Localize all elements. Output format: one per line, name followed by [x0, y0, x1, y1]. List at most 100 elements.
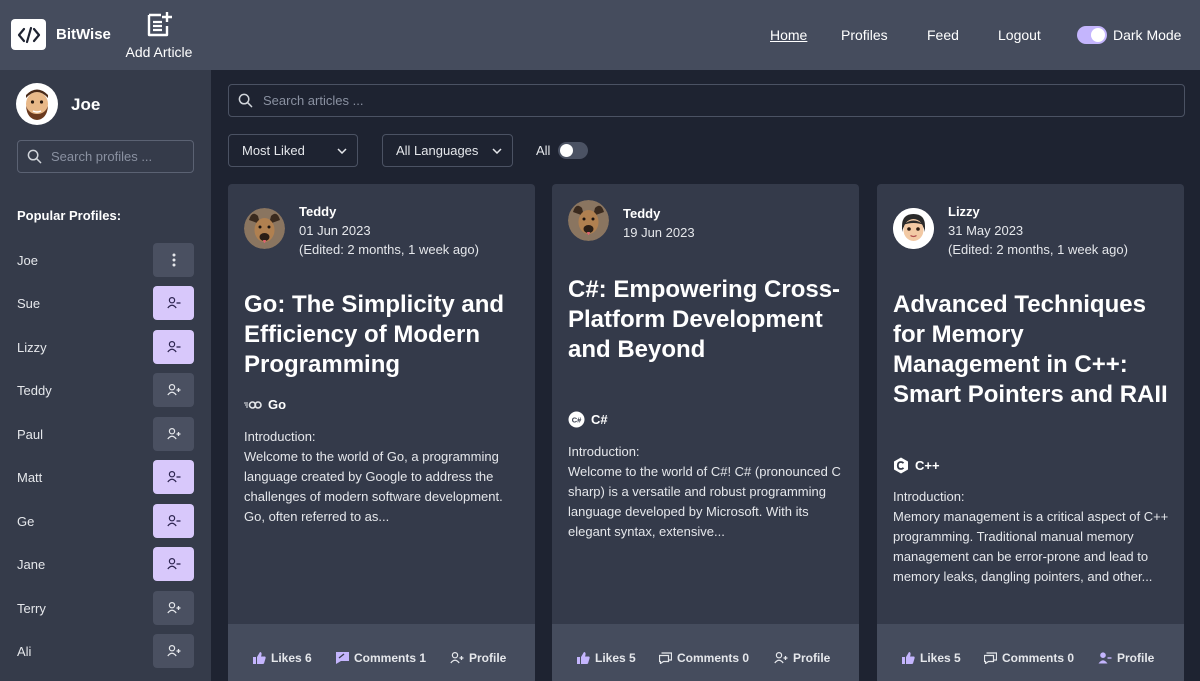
- follow-button[interactable]: [153, 417, 194, 451]
- like-button[interactable]: Likes 6: [253, 651, 312, 665]
- nav-logout-link[interactable]: Logout: [998, 27, 1041, 43]
- profile-name[interactable]: Paul: [17, 427, 43, 442]
- add-article-button[interactable]: Add Article: [123, 10, 195, 60]
- profile-search-box[interactable]: [17, 140, 194, 173]
- profile-row: Joe: [17, 243, 194, 277]
- dark-mode-toggle[interactable]: [1077, 26, 1107, 44]
- likes-count: Likes 6: [271, 651, 312, 665]
- likes-count: Likes 5: [920, 651, 961, 665]
- nav-home-link[interactable]: Home: [770, 27, 807, 43]
- comments-button[interactable]: Comments 0: [659, 651, 749, 665]
- profile-name[interactable]: Lizzy: [17, 340, 47, 355]
- follow-icon: [450, 652, 464, 664]
- article-card[interactable]: Teddy 01 Jun 2023 (Edited: 2 months, 1 w…: [228, 184, 535, 681]
- follow-button[interactable]: [153, 591, 194, 625]
- author-name[interactable]: Teddy: [623, 204, 695, 223]
- follow-button[interactable]: [153, 373, 194, 407]
- profile-name[interactable]: Teddy: [17, 383, 52, 398]
- profile-name[interactable]: Sue: [17, 296, 40, 311]
- article-search-input[interactable]: [263, 93, 1163, 108]
- article-title[interactable]: Advanced Techniques for Memory Managemen…: [893, 290, 1173, 410]
- article-search-box[interactable]: [228, 84, 1185, 117]
- excerpt-heading: Introduction:: [244, 429, 316, 444]
- comment-icon: [984, 652, 997, 664]
- add-article-label: Add Article: [125, 44, 193, 60]
- profile-button[interactable]: Profile: [450, 651, 506, 665]
- follow-button[interactable]: [153, 634, 194, 668]
- profile-row: Matt: [17, 460, 194, 494]
- like-button[interactable]: Likes 5: [902, 651, 961, 665]
- excerpt-text: Welcome to the world of C#! C# (pronounc…: [568, 464, 841, 539]
- profile-name[interactable]: Matt: [17, 470, 42, 485]
- unfollow-button[interactable]: [153, 330, 194, 364]
- language-select[interactable]: All Languages: [382, 134, 513, 167]
- unfollow-button[interactable]: [153, 460, 194, 494]
- excerpt-heading: Introduction:: [893, 489, 965, 504]
- all-toggle[interactable]: [558, 142, 588, 159]
- unfollow-icon: [166, 341, 180, 353]
- likes-count: Likes 5: [595, 651, 636, 665]
- chevron-down-icon: [337, 147, 347, 154]
- author-name[interactable]: Teddy: [299, 202, 479, 221]
- author-avatar[interactable]: [244, 208, 285, 249]
- popular-profiles-title: Popular Profiles:: [17, 208, 122, 223]
- profile-more-button[interactable]: [153, 243, 194, 277]
- profile-name[interactable]: Ali: [17, 644, 31, 659]
- profile-name[interactable]: Ge: [17, 514, 34, 529]
- unfollow-button[interactable]: [153, 547, 194, 581]
- profile-row: Paul: [17, 417, 194, 451]
- follow-icon: [166, 428, 180, 440]
- comments-button[interactable]: Comments 1: [336, 651, 426, 665]
- article-date: 31 May 2023: [948, 223, 1024, 238]
- author-avatar[interactable]: [893, 208, 934, 249]
- svg-text:C#: C#: [572, 416, 582, 425]
- logo-code-icon[interactable]: [11, 19, 46, 50]
- user-name[interactable]: Joe: [71, 95, 100, 115]
- profile-name[interactable]: Terry: [17, 601, 46, 616]
- article-meta: Lizzy 31 May 2023 (Edited: 2 months, 1 w…: [948, 202, 1128, 259]
- search-icon: [27, 149, 42, 164]
- profile-search-input[interactable]: [51, 149, 191, 164]
- profile-row: Teddy: [17, 373, 194, 407]
- author-avatar[interactable]: [568, 200, 609, 241]
- author-name[interactable]: Lizzy: [948, 202, 1128, 221]
- follow-icon: [774, 652, 788, 664]
- unfollow-button[interactable]: [153, 504, 194, 538]
- article-title[interactable]: C#: Empowering Cross-Platform Developmen…: [568, 275, 848, 365]
- follow-icon: [166, 645, 180, 657]
- user-avatar[interactable]: [16, 83, 58, 125]
- search-icon: [238, 93, 253, 108]
- language-name: C++: [915, 458, 940, 473]
- profile-row: Ali: [17, 634, 194, 668]
- comment-icon: [336, 652, 349, 664]
- unfollow-icon: [166, 558, 180, 570]
- profile-name[interactable]: Joe: [17, 253, 38, 268]
- article-title[interactable]: Go: The Simplicity and Efficiency of Mod…: [244, 290, 524, 380]
- unfollow-icon: [166, 471, 180, 483]
- unfollow-icon: [1098, 652, 1112, 664]
- comments-count: Comments 0: [1002, 651, 1075, 665]
- profile-name[interactable]: Jane: [17, 557, 45, 572]
- article-meta: Teddy 19 Jun 2023: [623, 204, 695, 242]
- toggle-knob: [560, 144, 573, 157]
- thumbs-up-icon: [253, 652, 266, 664]
- comments-button[interactable]: Comments 0: [984, 651, 1074, 665]
- nav-feed-link[interactable]: Feed: [927, 27, 959, 43]
- brand-name[interactable]: BitWise: [56, 26, 111, 43]
- profile-label: Profile: [469, 651, 507, 665]
- unfollow-button[interactable]: [153, 286, 194, 320]
- more-icon: [172, 253, 175, 267]
- follow-icon: [166, 602, 180, 614]
- profile-button[interactable]: Profile: [774, 651, 830, 665]
- sort-select[interactable]: Most Liked: [228, 134, 358, 167]
- comment-icon: [659, 652, 672, 664]
- unfollow-icon: [166, 297, 180, 309]
- profile-button[interactable]: Profile: [1098, 651, 1154, 665]
- article-card[interactable]: Lizzy 31 May 2023 (Edited: 2 months, 1 w…: [877, 184, 1184, 681]
- sort-select-value: Most Liked: [242, 143, 305, 158]
- nav-profiles-link[interactable]: Profiles: [841, 27, 888, 43]
- profile-row: Sue: [17, 286, 194, 320]
- article-meta: Teddy 01 Jun 2023 (Edited: 2 months, 1 w…: [299, 202, 479, 259]
- article-card[interactable]: Teddy 19 Jun 2023 C#: Empowering Cross-P…: [552, 184, 859, 681]
- like-button[interactable]: Likes 5: [577, 651, 636, 665]
